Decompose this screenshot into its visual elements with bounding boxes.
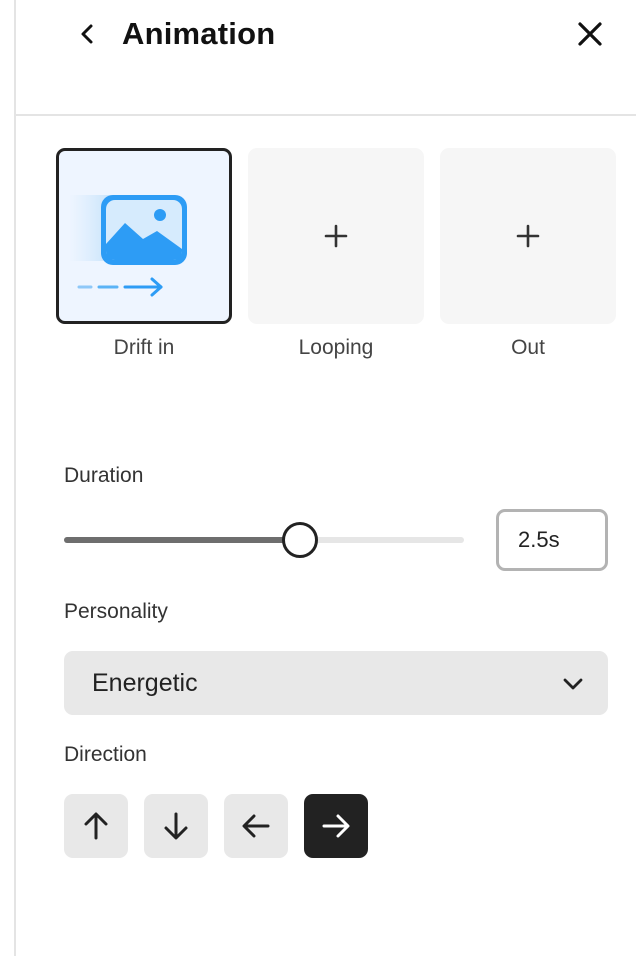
plus-icon xyxy=(324,224,348,248)
image-drift-in-icon xyxy=(69,195,187,297)
header-divider xyxy=(16,114,636,116)
animation-slot-out[interactable] xyxy=(440,148,616,324)
slot-label-looping: Looping xyxy=(298,336,374,359)
arrow-right-icon xyxy=(322,814,350,838)
arrow-down-icon xyxy=(164,812,188,840)
personality-label: Personality xyxy=(64,600,168,623)
chevron-left-icon xyxy=(81,24,93,44)
slider-thumb[interactable] xyxy=(282,522,318,558)
slot-label-drift-in: Drift in xyxy=(113,336,175,359)
plus-icon xyxy=(516,224,540,248)
panel-left-border xyxy=(14,0,16,956)
personality-selected-value: Energetic xyxy=(92,669,198,697)
direction-label: Direction xyxy=(64,743,147,766)
chevron-down-icon xyxy=(563,678,583,690)
slider-fill xyxy=(64,537,300,543)
duration-label: Duration xyxy=(64,464,144,487)
back-button[interactable] xyxy=(72,18,104,50)
direction-left-button[interactable] xyxy=(224,794,288,858)
animation-slot-drift-in[interactable] xyxy=(56,148,232,324)
personality-dropdown[interactable]: Energetic xyxy=(64,651,608,715)
direction-right-button[interactable] xyxy=(304,794,368,858)
duration-input[interactable]: 2.5s xyxy=(496,509,608,571)
close-icon xyxy=(578,22,602,46)
slot-label-out: Out xyxy=(511,336,545,359)
arrow-up-icon xyxy=(84,812,108,840)
duration-slider[interactable] xyxy=(64,522,464,558)
panel-title: Animation xyxy=(122,16,276,51)
panel-header: Animation xyxy=(16,0,636,114)
close-button[interactable] xyxy=(572,16,608,52)
arrow-left-icon xyxy=(242,814,270,838)
direction-up-button[interactable] xyxy=(64,794,128,858)
animation-slot-looping[interactable] xyxy=(248,148,424,324)
direction-down-button[interactable] xyxy=(144,794,208,858)
